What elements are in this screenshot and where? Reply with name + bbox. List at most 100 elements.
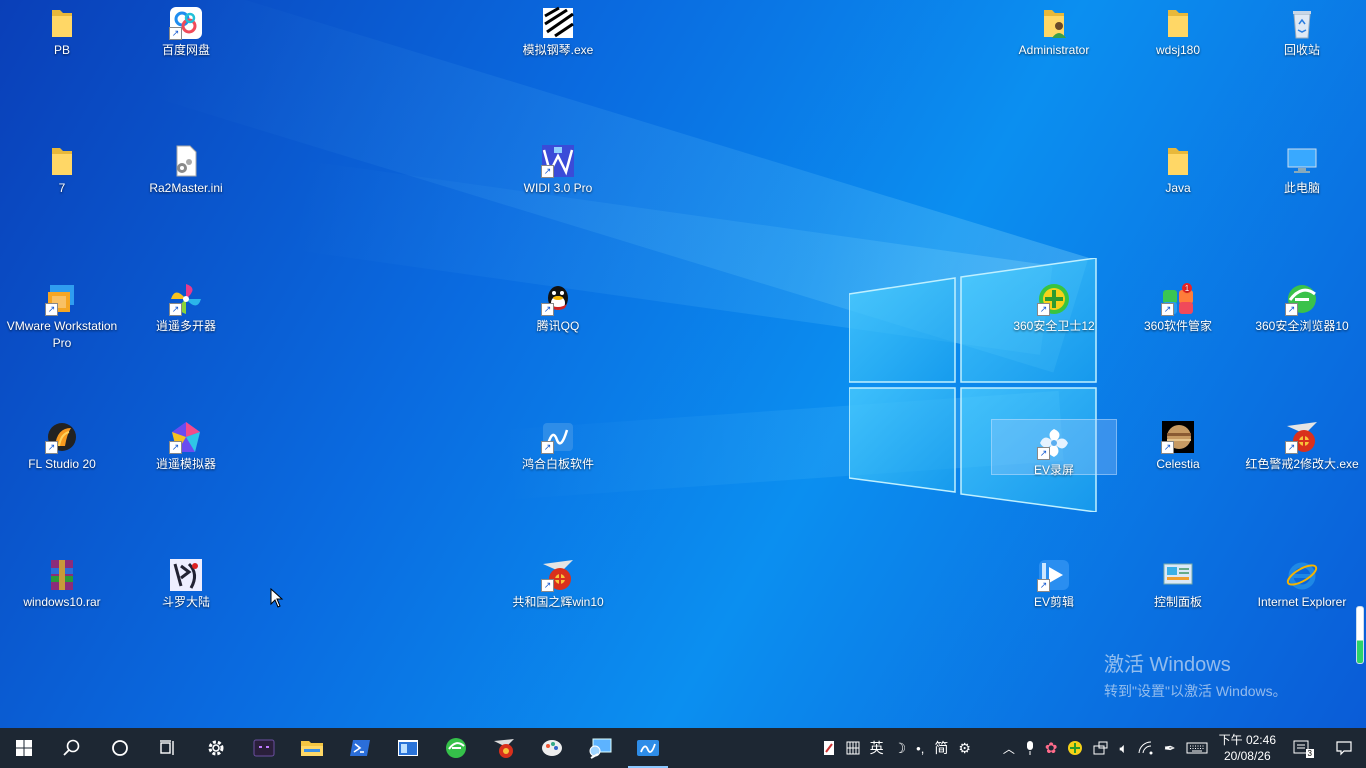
start-button[interactable]: [0, 728, 48, 768]
widi-icon: ↗: [541, 144, 575, 178]
desktop-icon-widi[interactable]: ↗ WIDI 3.0 Pro: [496, 138, 620, 230]
ime-grid[interactable]: [841, 728, 865, 768]
desktop-icon-qq[interactable]: ↗ 腾讯QQ: [496, 276, 620, 368]
desktop-icon-label: VMware Workstation Pro: [6, 319, 118, 350]
tray-touch-keyboard[interactable]: [1181, 728, 1213, 768]
taskbar-window-app[interactable]: [384, 728, 432, 768]
folder-icon: [1161, 6, 1195, 40]
flower-icon: ✿: [1044, 740, 1058, 757]
watermark-subtitle: 转到"设置"以激活 Windows。: [1104, 683, 1287, 699]
desktop-icon-rar[interactable]: windows10.rar: [0, 552, 124, 644]
desktop-icon-xiaoyao[interactable]: ↗ 逍遥多开器: [124, 276, 248, 368]
desktop-icon-safe360[interactable]: ↗ 360安全卫士12: [992, 276, 1116, 368]
task-view-button[interactable]: [144, 728, 192, 768]
ime-moon[interactable]: ☽: [889, 728, 912, 768]
desktop-icon-label: 百度网盘: [161, 43, 210, 57]
desktop-icon-ra2mod[interactable]: ↗ 红色警戒2修改大.exe: [1240, 414, 1364, 506]
desktop-icon-label: 此电脑: [1283, 181, 1320, 195]
taskbar-ra2-app[interactable]: [480, 728, 528, 768]
desktop-icon-celestia[interactable]: ↗ Celestia: [1116, 414, 1240, 506]
mouse-cursor-icon: [270, 588, 284, 608]
show-hidden-icons[interactable]: ︿: [998, 728, 1020, 768]
desktop-icon-admin[interactable]: Administrator: [992, 0, 1116, 92]
taskbar-clock[interactable]: 下午 02:46 20/08/26: [1213, 732, 1282, 764]
desktop-icon-seven[interactable]: 7: [0, 138, 124, 230]
evedit-icon: ↗: [1037, 558, 1071, 592]
desktop-icon-label: WIDI 3.0 Pro: [523, 181, 593, 195]
whiteboard-app-icon: [637, 740, 659, 756]
shortcut-arrow-icon: ↗: [1285, 441, 1298, 454]
desktop-icon-pb[interactable]: PB: [0, 0, 124, 92]
ime-punct[interactable]: •,: [911, 728, 929, 768]
ime-simplified-toggle[interactable]: 简: [929, 728, 953, 768]
system-tray: 英 ☽ •, 简 ⚙ ︿ ✿ 🔈︎ ✒︎ 下午 02:46 20/08/26 3: [817, 728, 1366, 768]
taskbar-file-explorer[interactable]: [288, 728, 336, 768]
desktop-icon-soft360[interactable]: 1 ↗ 360软件管家: [1116, 276, 1240, 368]
desktop-icon-label: EV录屏: [1033, 463, 1074, 477]
desktop-icon-evedit[interactable]: ↗ EV剪辑: [992, 552, 1116, 644]
terminal-app-icon: [253, 739, 275, 757]
ra2-icon: ↗: [541, 558, 575, 592]
window-app-icon: [398, 740, 418, 756]
desktop-icon-gonghe[interactable]: ↗ 共和国之辉win10: [496, 552, 620, 644]
ime-settings[interactable]: ⚙: [953, 728, 976, 768]
desktop-icon-baidu[interactable]: ↗ 百度网盘: [124, 0, 248, 92]
desktop[interactable]: PB ↗ 百度网盘 模拟钢琴.exe Administrator wdsj180 回收站 7 R…: [0, 0, 1366, 728]
volume-flyout-indicator: [1356, 606, 1364, 664]
taskbar-powershell[interactable]: [336, 728, 384, 768]
desktop-icon-label: 360安全浏览器10: [1255, 319, 1349, 333]
cortana-button[interactable]: [96, 728, 144, 768]
taskbar-whiteboard-app[interactable]: [624, 728, 672, 768]
desktop-icon-ra2[interactable]: Ra2Master.ini: [124, 138, 248, 230]
desktop-icon-xiaoyaosim[interactable]: ↗ 逍遥模拟器: [124, 414, 248, 506]
browser-360-icon: [446, 738, 466, 758]
taskbar-browser-360[interactable]: [432, 728, 480, 768]
tray-360-safe[interactable]: [1062, 728, 1088, 768]
desktop-icon-browser360[interactable]: ↗ 360安全浏览器10: [1240, 276, 1364, 368]
desktop-icon-label: 逍遥模拟器: [155, 457, 216, 471]
recycle-icon: [1285, 6, 1319, 40]
tray-wifi[interactable]: [1133, 728, 1159, 768]
tray-network-adapter[interactable]: [1088, 728, 1114, 768]
volume-icon: 🔈︎: [1119, 739, 1128, 756]
desktop-icon-wdsj[interactable]: wdsj180: [1116, 0, 1240, 92]
ime-simplified-label: 简: [934, 740, 949, 756]
desktop-icon-label: wdsj180: [1155, 43, 1201, 57]
taskbar-settings[interactable]: [192, 728, 240, 768]
tray-pen-settings[interactable]: ✒︎: [1159, 728, 1181, 768]
desktop-icon-recycle[interactable]: 回收站: [1240, 0, 1364, 92]
search-button[interactable]: [48, 728, 96, 768]
ime-language-toggle[interactable]: 英: [865, 728, 889, 768]
desktop-icon-thispc[interactable]: 此电脑: [1240, 138, 1364, 230]
desktop-icon-control[interactable]: 控制面板: [1116, 552, 1240, 644]
desktop-icon-piano[interactable]: 模拟钢琴.exe: [496, 0, 620, 92]
taskbar-remote-desktop[interactable]: [576, 728, 624, 768]
tray-notifications-app[interactable]: 3: [1282, 728, 1322, 768]
search-icon: [63, 739, 80, 756]
desktop-icon-douluo[interactable]: 斗罗大陆: [124, 552, 248, 644]
desktop-icon-ie[interactable]: Internet Explorer: [1240, 552, 1364, 644]
tray-microphone[interactable]: [1020, 728, 1040, 768]
ime-pen[interactable]: [817, 728, 841, 768]
tray-volume[interactable]: 🔈︎: [1114, 728, 1132, 768]
userfolder-icon: [1037, 6, 1071, 40]
piano-icon: [541, 6, 575, 40]
ra2-app-icon: [494, 739, 514, 758]
pc-icon: [1285, 144, 1319, 178]
taskbar-terminal-app[interactable]: [240, 728, 288, 768]
remote-desktop-icon: [589, 738, 612, 759]
whiteboard-icon: ↗: [541, 420, 575, 454]
folder-icon: [1161, 144, 1195, 178]
action-center-button[interactable]: [1322, 728, 1366, 768]
desktop-icon-vmware[interactable]: ↗ VMware Workstation Pro: [0, 276, 124, 368]
file-explorer-icon: [301, 741, 323, 756]
powershell-icon: [350, 740, 370, 756]
clock-time: 下午 02:46: [1218, 733, 1276, 747]
desktop-icon-evrec[interactable]: ↗ EV录屏: [991, 419, 1117, 477]
desktop-icon-fl[interactable]: ↗ FL Studio 20: [0, 414, 124, 506]
taskbar-paint-app[interactable]: [528, 728, 576, 768]
tray-flower-app[interactable]: ✿: [1040, 728, 1063, 768]
desktop-icon-java[interactable]: Java: [1116, 138, 1240, 230]
ime-moon-icon: ☽: [893, 739, 907, 756]
desktop-icon-honghe[interactable]: ↗ 鸿合白板软件: [496, 414, 620, 506]
